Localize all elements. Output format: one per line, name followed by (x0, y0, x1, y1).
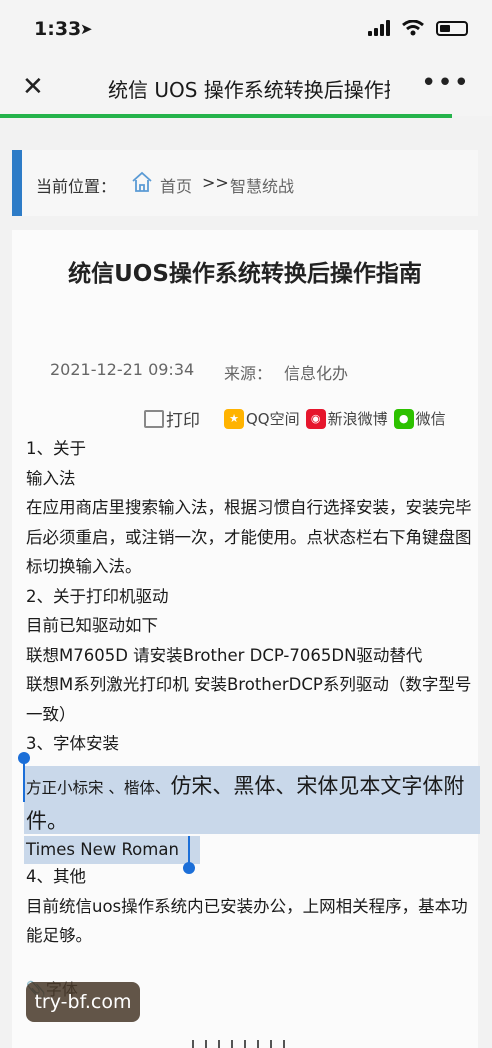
body-line: 输入法 (26, 468, 76, 488)
status-time: 1:33 (34, 18, 82, 40)
status-bar: 1:33 ➤ (0, 0, 492, 60)
share-wechat-button[interactable]: ● 微信 (393, 408, 446, 429)
print-button[interactable]: 打印 (144, 406, 218, 431)
breadcrumb-current-link[interactable]: 智慧统战 (230, 173, 294, 197)
body-line: 2、关于打印机驱动 (26, 586, 169, 606)
share-weibo-button[interactable]: ◉ 新浪微博 (305, 408, 388, 429)
selected-text-small: 方正小标宋 、楷体、 (26, 779, 171, 797)
close-button[interactable]: ✕ (22, 74, 44, 100)
selected-text[interactable]: 方正小标宋 、楷体、仿宋、黑体、宋体见本文字体附件。 (26, 770, 466, 838)
home-icon[interactable] (130, 170, 154, 194)
status-icons (368, 20, 468, 36)
wifi-icon (402, 20, 424, 36)
body-line: 联想M7605D 请安装Brother DCP-7065DN驱动替代 (26, 645, 423, 665)
load-progress-bar (0, 114, 452, 118)
watermark: try-bf.com (26, 982, 140, 1022)
article: 统信UOS操作系统转换后操作指南 2021-12-21 09:34 来源： 信息… (12, 230, 480, 1048)
more-button[interactable]: ••• (421, 68, 470, 98)
printer-icon (144, 409, 164, 428)
weibo-icon: ◉ (305, 408, 326, 429)
nav-bar: ✕ 统信 UOS 操作系统转换后操作指南 ••• (0, 60, 492, 116)
body-line: 目前已知驱动如下 (26, 616, 158, 635)
breadcrumb-separator: >> (202, 173, 229, 192)
breadcrumb-accent (12, 150, 22, 216)
article-body: 1、关于 输入法 在应用商店里搜索输入法，根据习惯自行选择安装，安装完毕后必须重… (26, 434, 472, 759)
page-title: 统信 UOS 操作系统转换后操作指南 (108, 78, 390, 102)
article-source-label: 来源： (224, 364, 273, 383)
qq-zone-icon: ★ (224, 408, 244, 429)
article-source: 信息化办 (284, 364, 349, 383)
battery-icon (436, 20, 468, 36)
breadcrumb-label: 当前位置： (36, 177, 117, 196)
selection-start-handle-bar[interactable] (23, 760, 25, 802)
signal-icon (368, 20, 390, 36)
share-qq-button[interactable]: ★ QQ空间 (224, 408, 300, 429)
share-wechat-label: 微信 (415, 410, 446, 428)
wechat-icon: ● (393, 408, 414, 429)
share-weibo-label: 新浪微博 (327, 410, 388, 428)
share-qq-label: QQ空间 (246, 410, 300, 428)
article-date: 2021-12-21 09:34 (50, 360, 195, 379)
breadcrumb: 当前位置： 首页 >> 智慧统战 (12, 150, 478, 216)
print-label: 打印 (166, 411, 200, 431)
article-title: 统信UOS操作系统转换后操作指南 (68, 261, 422, 287)
body-line: 在应用商店里搜索输入法，根据习惯自行选择安装，安装完毕后必须重启，或注销一次，才… (26, 498, 472, 576)
body-line: 4、其他 (26, 867, 86, 886)
body-line: 3、字体安装 (26, 734, 119, 753)
body-line: 联想M系列激光打印机 安装BrotherDCP系列驱动（数字型号一致） (26, 675, 472, 724)
body-line: 目前统信uos操作系统内已安装办公，上网相关程序，基本功能足够。 (26, 896, 468, 946)
body-line: 1、关于 (26, 439, 86, 458)
article-body-continued: 4、其他 目前统信uos操作系统内已安装办公，上网相关程序，基本功能足够。 (26, 862, 472, 951)
breadcrumb-home-link[interactable]: 首页 (160, 173, 192, 197)
selected-text-line[interactable]: Times New Roman (26, 838, 179, 862)
bottom-edge-marks (192, 1040, 285, 1048)
location-arrow-icon: ➤ (80, 20, 93, 38)
share-row: 打印 ★ QQ空间 ◉ 新浪微博 ● 微信 (144, 406, 446, 431)
